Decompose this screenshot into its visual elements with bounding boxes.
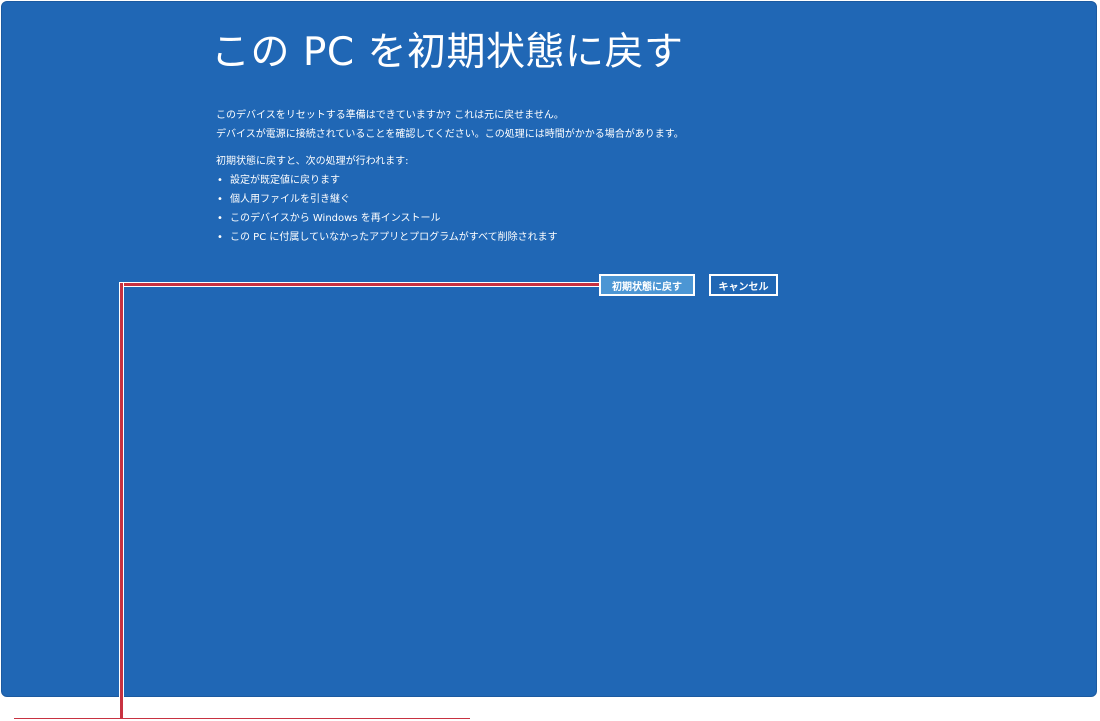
- list-item: • この PC に付属していなかったアプリとプログラムがすべて削除されます: [216, 228, 684, 247]
- intro-line-1: このデバイスをリセットする準備はできていますか? これは元に戻せません。: [216, 110, 564, 121]
- bullet-icon: •: [217, 175, 223, 186]
- bullet-icon: •: [217, 213, 223, 224]
- reset-pc-screen: この PC を初期状態に戻す このデバイスをリセットする準備はできていますか? …: [1, 1, 1097, 697]
- description: このデバイスをリセットする準備はできていますか? これは元に戻せません。 デバイ…: [216, 106, 684, 247]
- list-item-text: このデバイスから Windows を再インストール: [230, 213, 441, 224]
- list-item-text: この PC に付属していなかったアプリとプログラムがすべて削除されます: [230, 232, 558, 243]
- list-item-text: 個人用ファイルを引き継ぐ: [230, 194, 350, 205]
- list-heading: 初期状態に戻すと、次の処理が行われます:: [216, 156, 409, 167]
- list-item: • 設定が既定値に戻ります: [216, 171, 684, 190]
- callout-baseline: [14, 718, 470, 719]
- list-item: • 個人用ファイルを引き継ぐ: [216, 190, 684, 209]
- cancel-button[interactable]: キャンセル: [709, 274, 778, 296]
- callout-line-horizontal: [119, 282, 599, 287]
- list-item-text: 設定が既定値に戻ります: [230, 175, 340, 186]
- actions-list: • 設定が既定値に戻ります • 個人用ファイルを引き継ぐ • このデバイスから …: [216, 171, 684, 247]
- bullet-icon: •: [217, 194, 223, 205]
- bullet-icon: •: [217, 232, 223, 243]
- intro-line-2: デバイスが電源に接続されていることを確認してください。この処理には時間がかかる場…: [216, 129, 684, 140]
- list-item: • このデバイスから Windows を再インストール: [216, 209, 684, 228]
- page-title: この PC を初期状態に戻す: [211, 30, 684, 75]
- reset-button[interactable]: 初期状態に戻す: [599, 274, 695, 296]
- callout-line-vertical: [119, 283, 124, 718]
